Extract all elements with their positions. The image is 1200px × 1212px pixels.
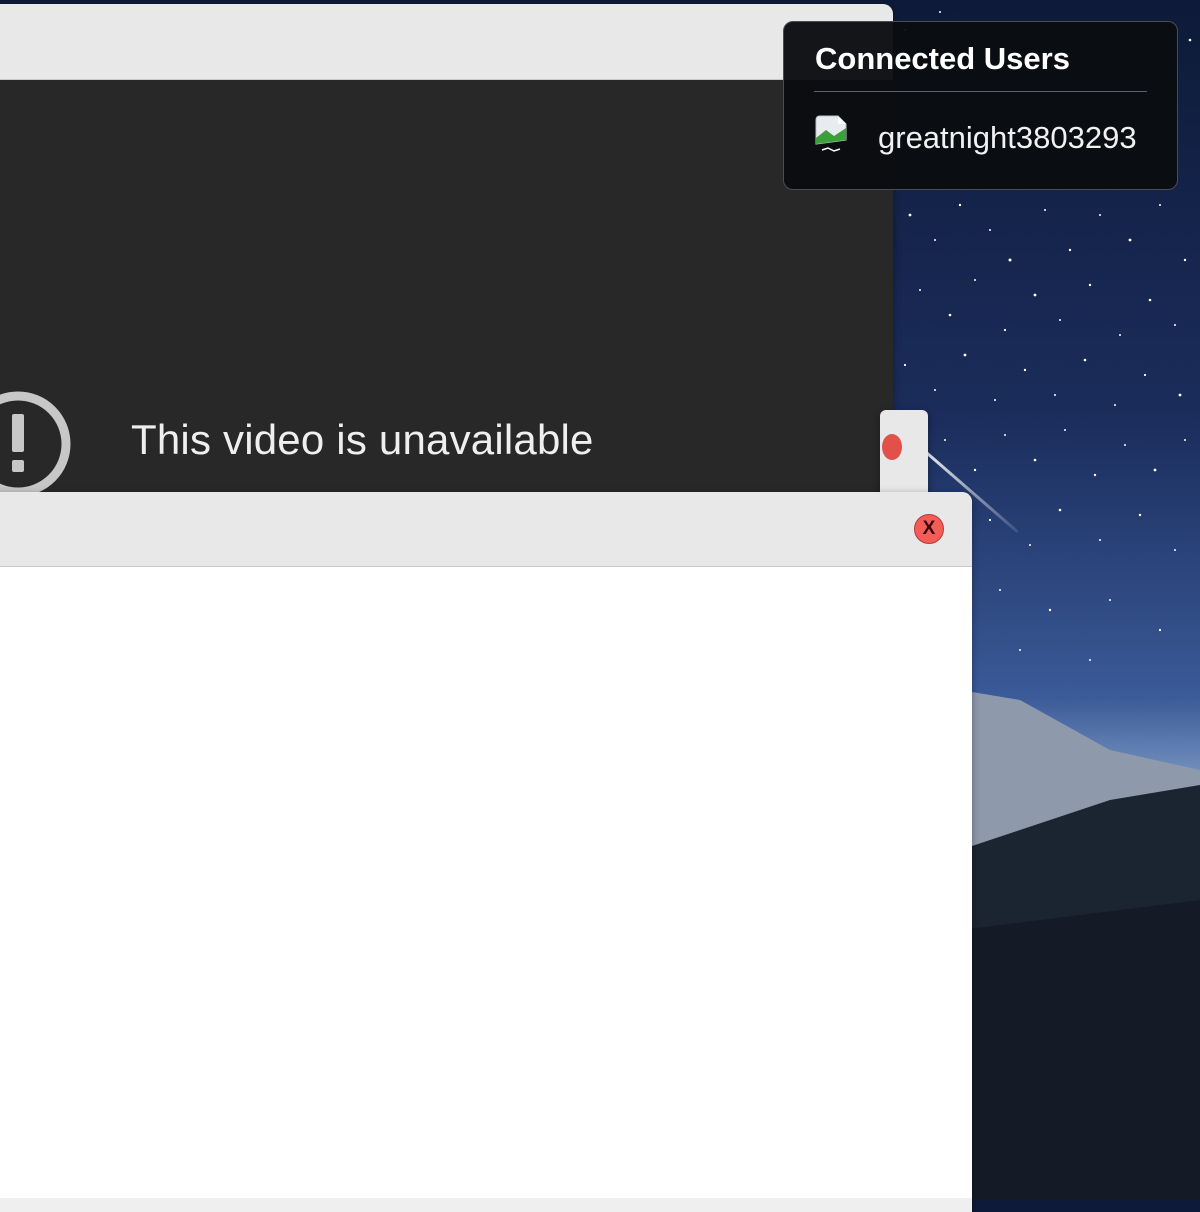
video-window: This video is unavailable (0, 4, 893, 524)
mountain-silhouette (960, 690, 1200, 1200)
blank-window-titlebar[interactable]: X (0, 492, 972, 567)
divider (814, 91, 1147, 92)
user-list-item[interactable]: greatnight3803293 (814, 110, 1154, 166)
connected-users-panel: Connected Users greatnight3803293 (783, 21, 1178, 190)
blank-window: X (0, 492, 972, 1212)
exclamation-circle-icon (0, 391, 71, 497)
video-player[interactable]: This video is unavailable (0, 80, 893, 524)
video-window-titlebar[interactable] (0, 4, 893, 80)
video-unavailable-message: This video is unavailable (131, 416, 594, 463)
blank-window-content (0, 567, 972, 1212)
broken-image-icon (815, 115, 847, 152)
panel-title: Connected Users (815, 41, 1070, 76)
close-button[interactable]: X (914, 514, 944, 544)
user-name: greatnight3803293 (878, 120, 1137, 155)
close-icon[interactable] (882, 434, 902, 460)
